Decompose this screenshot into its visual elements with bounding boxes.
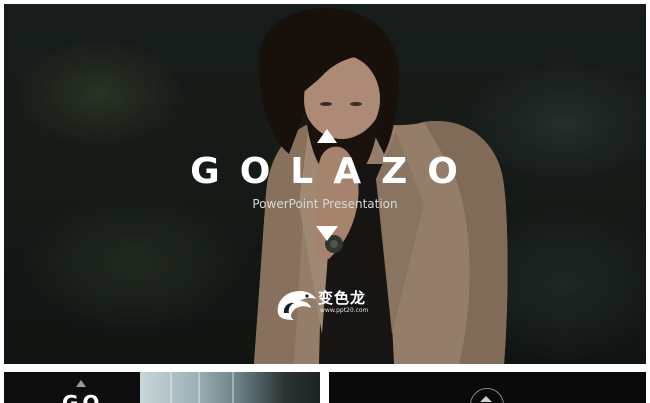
thumbnail-photo-panel (140, 372, 320, 403)
thumbnail-title-panel: GO (4, 372, 140, 403)
slide-title: GOLAZO (190, 151, 478, 192)
thumbnail-slide-2[interactable] (329, 372, 646, 403)
chameleon-logo-icon (277, 291, 316, 320)
slide-subtitle: PowerPoint Presentation (252, 197, 398, 211)
photo-stripe (170, 372, 172, 403)
watermark-brand-name: 变色龙 (318, 289, 367, 307)
triangle-up-icon (480, 396, 492, 402)
photo-stripe (198, 372, 200, 403)
thumbnail-title-text: GO (62, 391, 104, 403)
watermark-logo: 变色龙 www.ppt20.com (274, 287, 389, 321)
watermark-url: www.ppt20.com (320, 307, 369, 314)
triangle-down-icon (316, 226, 338, 241)
thumbnail-slide-1[interactable]: GO (4, 372, 320, 403)
slide-preview-page: GOLAZO PowerPoint Presentation 变色龙 www.p… (0, 0, 650, 403)
hero-slide[interactable]: GOLAZO PowerPoint Presentation 变色龙 www.p… (4, 4, 646, 364)
photo-stripe (232, 372, 234, 403)
triangle-up-icon (76, 380, 86, 387)
triangle-up-icon (317, 129, 337, 143)
